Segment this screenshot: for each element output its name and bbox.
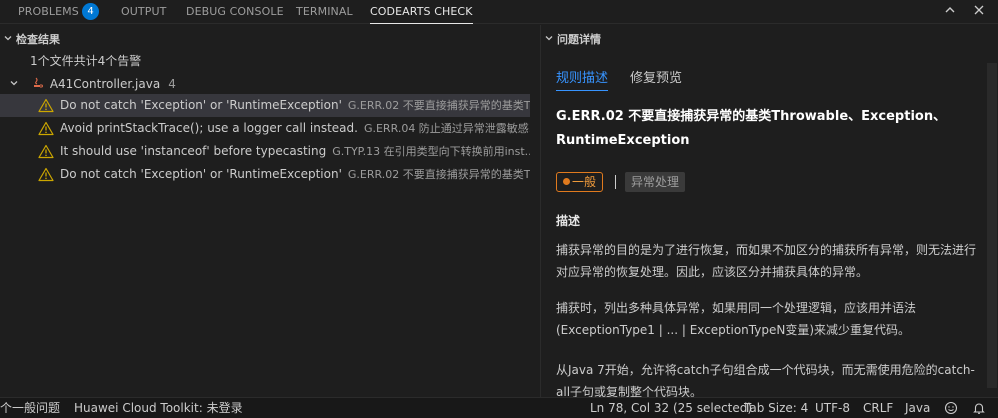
- chevron-down-icon: [541, 30, 557, 52]
- chevron-down-icon: [0, 30, 16, 52]
- file-tree-item[interactable]: A41Controller.java 4: [0, 73, 540, 95]
- file-issue-count: 4: [168, 77, 176, 91]
- status-toolkit[interactable]: Huawei Cloud Toolkit: 未登录: [74, 398, 243, 418]
- results-summary: 1个文件共计4个告警: [30, 54, 142, 68]
- warning-icon: [38, 121, 54, 136]
- details-pane: 问题详情 规则描述 修复预览 G.ERR.02 不要直接捕获异常的基类Throwa…: [541, 25, 998, 397]
- tab-debug-console[interactable]: DEBUG CONSOLE: [186, 0, 284, 24]
- results-pane: 检查结果 1个文件共计4个告警 A41Controller.java 4 Do n…: [0, 25, 540, 397]
- list-item[interactable]: It should use 'instanceof' before typeca…: [0, 140, 530, 163]
- tab-output[interactable]: OUTPUT: [121, 0, 166, 24]
- details-header[interactable]: 问题详情: [541, 29, 601, 51]
- severity-badge: 一般: [556, 172, 604, 192]
- results-header[interactable]: 检查结果: [0, 29, 60, 51]
- issue-message: Do not catch 'Exception' or 'RuntimeExce…: [60, 98, 342, 112]
- details-header-label: 问题详情: [557, 33, 601, 46]
- panel-tabbar: PROBLEMS 4 OUTPUT DEBUG CONSOLE TERMINAL…: [0, 0, 998, 24]
- issue-message: It should use 'instanceof' before typeca…: [60, 144, 327, 158]
- java-file-icon: [33, 77, 43, 88]
- tab-fix-preview[interactable]: 修复预览: [630, 67, 682, 90]
- file-name: A41Controller.java: [49, 77, 161, 91]
- issue-list: Do not catch 'Exception' or 'RuntimeExce…: [0, 94, 540, 186]
- status-tab-size[interactable]: Tab Size: 4: [744, 398, 808, 418]
- rule-title: G.ERR.02 不要直接捕获异常的基类Throwable、Exception、…: [556, 109, 947, 148]
- tab-rule-description[interactable]: 规则描述: [556, 67, 609, 91]
- status-language[interactable]: Java: [905, 398, 930, 418]
- results-header-label: 检查结果: [16, 33, 60, 46]
- description-heading: 描述: [556, 214, 581, 228]
- status-bar: 个一般问题 Huawei Cloud Toolkit: 未登录 Ln 78, C…: [0, 397, 998, 418]
- warning-icon: [38, 98, 54, 113]
- description-paragraph: 捕获时，列出多种具体异常，如果用同一个处理逻辑，应该用并语法(Exception…: [556, 301, 917, 337]
- issue-rule: G.ERR.04 防止通过异常泄露敏感...: [363, 122, 530, 135]
- status-cursor-position[interactable]: Ln 78, Col 32 (25 selected): [590, 398, 752, 418]
- warning-icon: [38, 167, 54, 182]
- details-scrollbar[interactable]: [987, 63, 997, 388]
- warning-icon: [38, 144, 54, 159]
- status-problems[interactable]: 个一般问题: [0, 398, 60, 418]
- details-tabs: 规则描述 修复预览: [556, 67, 704, 91]
- tab-codearts-check[interactable]: CODEARTS CHECK: [370, 0, 473, 24]
- issue-message: Do not catch 'Exception' or 'RuntimeExce…: [60, 167, 342, 181]
- category-badge: 异常处理: [625, 172, 686, 192]
- status-encoding[interactable]: UTF-8: [815, 398, 850, 418]
- problems-count-badge: 4: [82, 3, 99, 20]
- list-item[interactable]: Do not catch 'Exception' or 'RuntimeExce…: [0, 94, 530, 117]
- severity-dot-icon: [563, 178, 570, 185]
- issue-rule: G.TYP.13 在引用类型向下转换前用inst...: [332, 145, 530, 158]
- issue-rule: G.ERR.02 不要直接捕获异常的基类T...: [347, 168, 530, 181]
- list-item[interactable]: Do not catch 'Exception' or 'RuntimeExce…: [0, 163, 530, 186]
- tab-terminal[interactable]: TERMINAL: [296, 0, 353, 24]
- description-paragraph: 捕获异常的目的是为了进行恢复，而如果不加区分的捕获所有异常，则无法进行对应异常的…: [556, 243, 977, 279]
- chevron-up-icon[interactable]: [941, 3, 959, 21]
- severity-label: 一般: [572, 175, 597, 189]
- issue-rule: G.ERR.02 不要直接捕获异常的基类T...: [347, 99, 530, 112]
- list-item[interactable]: Avoid printStackTrace(); use a logger ca…: [0, 117, 530, 140]
- issue-message: Avoid printStackTrace(); use a logger ca…: [60, 121, 358, 135]
- close-icon[interactable]: [970, 3, 988, 21]
- description-paragraph: 从Java 7开始，允许将catch子句组合成一个代码块，而无需使用危险的cat…: [556, 363, 975, 397]
- tab-problems[interactable]: PROBLEMS: [18, 0, 79, 24]
- bell-icon[interactable]: [972, 401, 986, 418]
- badge-separator: [615, 175, 616, 189]
- status-eol[interactable]: CRLF: [863, 398, 893, 418]
- feedback-icon[interactable]: [944, 401, 958, 418]
